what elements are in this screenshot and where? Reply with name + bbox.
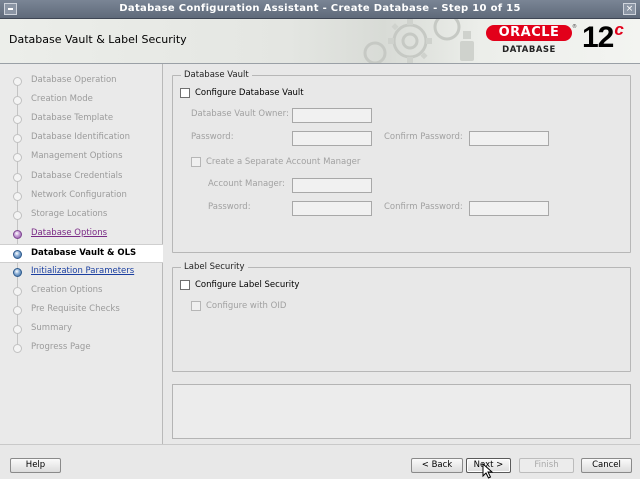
message-panel [172,384,631,439]
account-manager-password-field[interactable] [292,201,372,216]
oracle-wordmark: ORACLE [486,25,572,41]
configure-oid-label: Configure with OID [206,301,287,311]
nav-step-label: Initialization Parameters [31,266,135,276]
database-vault-group-title: Database Vault [181,70,252,80]
step-status-icon [13,153,22,163]
version-suffix: c [614,20,624,39]
nav-step-label: Database Operation [31,75,117,85]
footer-bar: Help < Back Next > Finish Cancel [0,444,640,479]
nav-step-label: Database Template [31,113,114,124]
back-button[interactable]: < Back [411,458,463,473]
step-status-icon [13,210,22,220]
nav-step-label: Creation Options [31,285,103,296]
step-status-icon [13,344,22,354]
vault-confirm-password-label: Confirm Password: [384,132,463,142]
nav-step-database-identification: Database Identification [0,129,163,148]
step-status-icon [13,229,22,239]
configure-oid-checkbox-box[interactable] [191,301,201,311]
step-navigation: Database Operation Creation Mode Database … [0,64,163,444]
step-status-icon [13,268,22,277]
step-status-icon [13,287,22,297]
nav-step-label: Progress Page [31,342,91,353]
header-banner: Database Vault & Label Security ORACLE ®… [0,19,640,64]
nav-step-network-configuration: Network Configuration [0,187,163,206]
nav-step-label: Network Configuration [31,189,127,200]
oracle-database-label: DATABASE [502,45,556,55]
nav-step-label: Pre Requisite Checks [31,304,120,315]
step-status-icon [13,191,22,201]
window-titlebar: Database Configuration Assistant - Creat… [0,0,640,19]
step-status-icon [13,306,22,316]
separate-account-manager-label: Create a Separate Account Manager [206,157,361,167]
nav-step-label: Database Credentials [31,170,123,181]
version-number: 12 [582,21,614,54]
nav-step-label: Summary [31,323,73,334]
finish-button[interactable]: Finish [519,458,574,473]
configure-label-security-checkbox-box[interactable] [180,280,190,290]
nav-step-initialization-parameters[interactable]: Initialization Parameters [0,263,163,282]
configure-vault-checkbox[interactable]: Configure Database Vault [180,88,304,98]
step-status-icon [13,172,22,182]
nav-step-database-options[interactable]: Database Options [0,225,163,244]
trademark-mark: ® [572,24,577,30]
nav-step-creation-options: Creation Options [0,282,163,301]
gears-decoration-icon [363,19,474,63]
configure-vault-label: Configure Database Vault [195,88,304,98]
account-manager-label: Account Manager: [208,179,285,189]
nav-step-label: Management Options [31,151,123,162]
step-status-icon [13,134,22,144]
vault-password-field[interactable] [292,131,372,146]
step-status-icon [13,77,22,86]
nav-step-summary: Summary [0,320,163,339]
configure-vault-checkbox-box[interactable] [180,88,190,98]
cancel-button[interactable]: Cancel [581,458,632,473]
nav-step-label: Database Vault & OLS [31,247,137,258]
database-vault-group: Database Vault Configure Database Vault … [172,70,631,253]
main-panel: Database Vault Configure Database Vault … [164,64,640,444]
page-title: Database Vault & Label Security [9,33,187,46]
label-security-group: Label Security Configure Label Security … [172,262,631,372]
window-title: Database Configuration Assistant - Creat… [119,3,521,14]
nav-step-management-options: Management Options [0,148,163,167]
nav-step-pre-requisite-checks: Pre Requisite Checks [0,301,163,320]
version-logo: 12c [582,20,624,55]
nav-step-label: Storage Locations [31,208,108,219]
mouse-pointer-icon [482,463,494,479]
nav-step-label: Creation Mode [31,94,93,105]
account-manager-confirm-password-field[interactable] [469,201,549,216]
nav-step-progress-page: Progress Page [0,339,163,358]
step-status-icon [13,115,22,125]
oracle-logo: ORACLE ® DATABASE [486,24,577,57]
configure-label-security-label: Configure Label Security [195,280,300,290]
account-manager-field[interactable] [292,178,372,193]
step-status-icon [13,325,22,335]
separate-account-manager-checkbox-box[interactable] [191,157,201,167]
vault-owner-field[interactable] [292,108,372,123]
label-security-group-title: Label Security [181,262,248,272]
nav-step-storage-locations: Storage Locations [0,206,163,225]
configure-label-security-checkbox[interactable]: Configure Label Security [180,280,299,290]
nav-step-database-template: Database Template [0,110,163,129]
nav-step-database-operation: Database Operation [0,72,163,91]
nav-step-creation-mode: Creation Mode [0,91,163,110]
account-manager-confirm-password-label: Confirm Password: [384,202,463,212]
configure-oid-checkbox[interactable]: Configure with OID [191,301,286,311]
nav-step-database-credentials: Database Credentials [0,168,163,187]
help-button[interactable]: Help [10,458,61,473]
step-status-icon [13,96,22,106]
nav-step-database-vault-ols: Database Vault & OLS [0,243,163,263]
nav-step-label: Database Identification [31,132,130,143]
close-icon[interactable]: × [623,3,636,15]
vault-owner-label: Database Vault Owner: [191,109,289,119]
account-manager-password-label: Password: [208,202,251,212]
step-status-icon [13,249,22,259]
vault-password-label: Password: [191,132,234,142]
vault-confirm-password-field[interactable] [469,131,549,146]
nav-step-label: Database Options [31,227,108,238]
separate-account-manager-checkbox[interactable]: Create a Separate Account Manager [191,157,360,167]
